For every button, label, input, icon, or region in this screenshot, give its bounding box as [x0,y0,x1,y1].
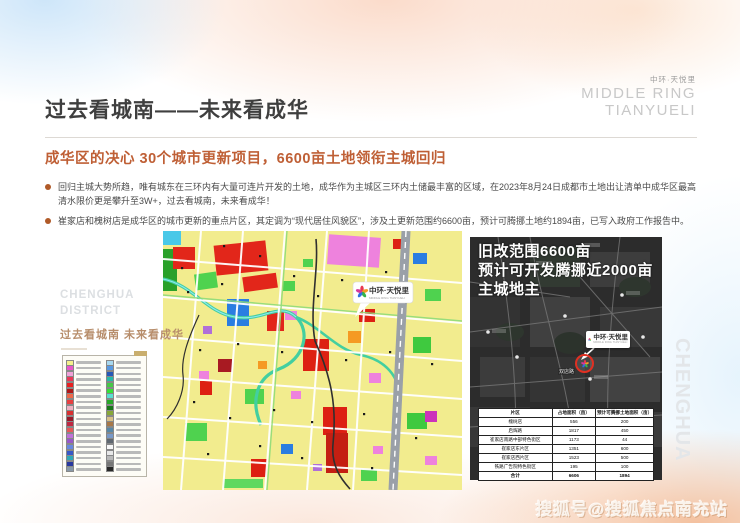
district-line1: CHENGHUA [60,287,134,303]
label-name-en: MIDDLE RING TIANYUELI [593,342,628,345]
satellite-panel: 旧改范围6600亩 预计可开发腾挪近2000亩 主城地主 中环·天悦里 MIDD… [470,237,662,480]
project-location-marker [575,354,594,373]
bullet-item: 回归主城大势所趋，唯有城东在三环内有大量可连片开发的土地，成华作为主城区三环内土… [45,180,703,209]
brand-name-cn: 中环·天悦里 [581,76,696,85]
watermark-text: 搜狐号@搜狐焦点南充站 [536,496,728,520]
brand-name-en-1: MIDDLE RING [581,85,696,102]
legend-col-left [66,360,103,472]
map-legend [62,355,147,477]
brand-pinwheel-icon [581,360,589,368]
brand-pinwheel-icon [588,334,591,345]
satellite-headline: 旧改范围6600亩 预计可开发腾挪近2000亩 主城地主 [478,243,653,299]
table-row: 合计66061894 [479,471,654,480]
brand-name-en-2: TIANYUELI [581,102,696,119]
legend-item [66,467,103,472]
bullet-item: 崔家店和槐树店是成华区的城市更新的重点片区，其定调为“现代居住风貌区”，涉及土更… [45,214,703,228]
headline-line1: 旧改范围6600亩 [478,243,653,262]
slogan-rule [61,348,87,350]
map-label-en: MIDDLE RING TIANYUELI [369,296,405,300]
district-line2: DISTRICT [60,303,134,319]
legend-item [106,467,143,472]
table-row: 崔家店东片区1351600 [479,444,654,453]
headline-line2: 预计可开发腾挪近2000亩 [478,262,653,281]
landuse-map-image: 中环·天悦里 MIDDLE RING TIANYUELI [163,231,462,490]
bullet-list: 回归主城大势所趋，唯有城东在三环内有大量可连片开发的土地，成华作为主城区三环内土… [45,180,703,233]
table-row: 槐树店556200 [479,417,654,426]
bullet-text: 崔家店和槐树店是成华区的城市更新的重点片区，其定调为“现代居住风貌区”，涉及土更… [58,216,689,226]
renewal-table: 片区占地面积（亩）预计可腾挪土地面积（亩）槐树店556200启辉路1817450… [478,408,654,481]
slogan-text: 过去看城南 未来看成华 [60,326,184,342]
district-en-label: CHENGHUA DISTRICT [60,287,134,319]
page-subtitle: 成华区的决心 30个城市更新项目，6600亩土地领衔主城回归 [45,147,446,168]
table-row: 启辉路1817450 [479,426,654,435]
satellite-project-label: 中环·天悦里 MIDDLE RING TIANYUELI [586,331,630,348]
legend-col-right [106,360,143,472]
headline-line3: 主城地主 [478,281,653,300]
legend-tab [134,351,147,356]
page-title: 过去看城南——未来看成华 [45,94,309,124]
table-row: 铁路广告院特色街区195100 [479,462,654,471]
bullet-dot-icon [45,184,51,190]
map-label-cn: 中环·天悦里 [369,285,409,295]
slide: 中环·天悦里 MIDDLE RING TIANYUELI 过去看城南——未来看成… [0,0,740,523]
bullet-dot-icon [45,218,51,224]
table-header-row: 片区占地面积（亩）预计可腾挪土地面积（亩） [479,409,654,418]
side-vertical-label: CHENGHUA [670,338,693,462]
road-label: 双店路 [558,368,575,375]
title-divider [45,137,697,138]
table-row: 崔家店西片区1523500 [479,453,654,462]
brand-block: 中环·天悦里 MIDDLE RING TIANYUELI [581,76,696,119]
bullet-text: 回归主城大势所趋，唯有城东在三环内有大量可连片开发的土地，成华作为主城区三环内土… [58,182,696,206]
table-row: 崔家店南路中部特色街区117344 [479,435,654,444]
landuse-map-svg: 中环·天悦里 MIDDLE RING TIANYUELI [163,231,462,490]
